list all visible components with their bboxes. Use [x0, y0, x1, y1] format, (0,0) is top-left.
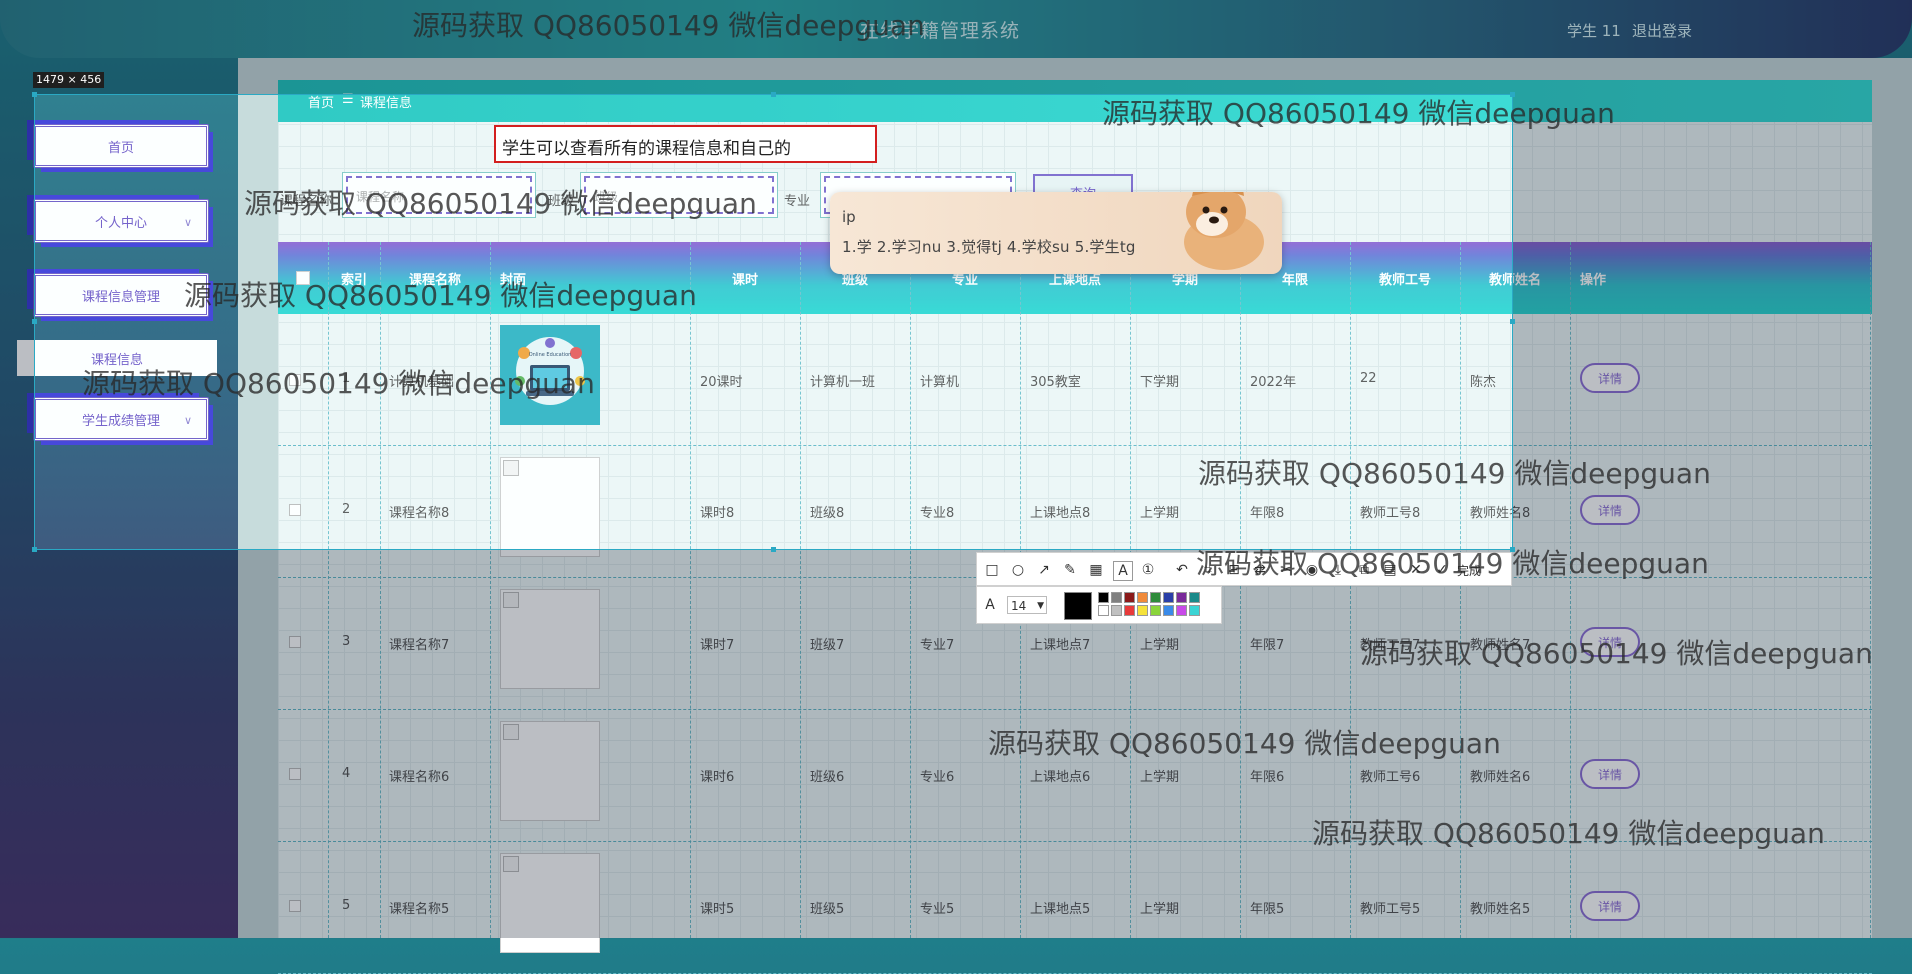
arrow-tool-icon[interactable]: ↗	[1035, 561, 1053, 579]
watermark-text: 源码获取 QQ86050149 微信deepguan	[1198, 457, 1711, 490]
font-size-value: 14	[1011, 599, 1027, 613]
color-swatch[interactable]	[1098, 592, 1109, 603]
watermark-text: 源码获取 QQ86050149 微信deepguan	[184, 279, 697, 312]
capture-dim-bottom	[0, 550, 1912, 938]
color-swatch[interactable]	[1124, 605, 1135, 616]
watermark-text: 源码获取 QQ86050149 微信deepguan	[412, 9, 925, 42]
chevron-down-icon: ▼	[1037, 601, 1044, 611]
selection-size-label: 1479 × 456	[33, 72, 105, 88]
resize-handle[interactable]	[32, 92, 37, 97]
color-swatch[interactable]	[1150, 605, 1161, 616]
text-tool-icon[interactable]: A	[1113, 561, 1133, 581]
annotation-text-box[interactable]: 学生可以查看所有的课程信息和自己的	[494, 125, 877, 163]
watermark-text: 源码获取 QQ86050149 微信deepguan	[1102, 97, 1615, 130]
color-swatch[interactable]	[1176, 592, 1187, 603]
color-swatch[interactable]	[1176, 605, 1187, 616]
resize-handle[interactable]	[32, 319, 37, 324]
color-swatch[interactable]	[1124, 592, 1135, 603]
resize-handle[interactable]	[771, 547, 776, 552]
ime-composition: ip	[842, 208, 856, 226]
color-swatch[interactable]	[1150, 592, 1161, 603]
pen-tool-icon[interactable]: ✎	[1061, 561, 1079, 579]
watermark-text: 源码获取 QQ86050149 微信deepguan	[1312, 817, 1825, 850]
resize-handle[interactable]	[771, 92, 776, 97]
watermark-text: 源码获取 QQ86050149 微信deepguan	[1360, 637, 1873, 670]
current-color-swatch[interactable]	[1064, 592, 1092, 620]
font-size-icon: A	[985, 597, 995, 613]
watermark-text: 源码获取 QQ86050149 微信deepguan	[1196, 547, 1709, 580]
ellipse-tool-icon[interactable]: ○	[1009, 561, 1027, 579]
font-size-select[interactable]: 14 ▼	[1007, 596, 1047, 614]
watermark-text: 源码获取 QQ86050149 微信deepguan	[82, 367, 595, 400]
watermark-text: 源码获取 QQ86050149 微信deepguan	[244, 187, 757, 220]
color-swatch[interactable]	[1111, 592, 1122, 603]
ime-candidates[interactable]: 1.学 2.学习nu 3.觉得tj 4.学校su 5.学生tg	[842, 236, 1136, 257]
capture-dim-top	[0, 0, 1912, 94]
color-swatch[interactable]	[1189, 605, 1200, 616]
color-swatch[interactable]	[1137, 605, 1148, 616]
mosaic-tool-icon[interactable]: ▦	[1087, 561, 1105, 579]
number-tool-icon[interactable]: ①	[1139, 561, 1157, 579]
color-swatch[interactable]	[1111, 605, 1122, 616]
ime-candidate-window[interactable]: ip 1.学 2.学习nu 3.觉得tj 4.学校su 5.学生tg	[830, 192, 1282, 274]
color-swatch[interactable]	[1098, 605, 1109, 616]
undo-icon[interactable]: ↶	[1173, 561, 1191, 579]
shiba-dog-icon	[1184, 192, 1264, 270]
rectangle-tool-icon[interactable]: □	[983, 561, 1001, 579]
watermark-text: 源码获取 QQ86050149 微信deepguan	[988, 727, 1501, 760]
resize-handle[interactable]	[1510, 319, 1515, 324]
capture-dim-left	[0, 94, 34, 550]
color-swatch[interactable]	[1163, 592, 1174, 603]
color-swatch[interactable]	[1189, 592, 1200, 603]
color-swatch[interactable]	[1163, 605, 1174, 616]
resize-handle[interactable]	[32, 547, 37, 552]
color-swatch[interactable]	[1137, 592, 1148, 603]
